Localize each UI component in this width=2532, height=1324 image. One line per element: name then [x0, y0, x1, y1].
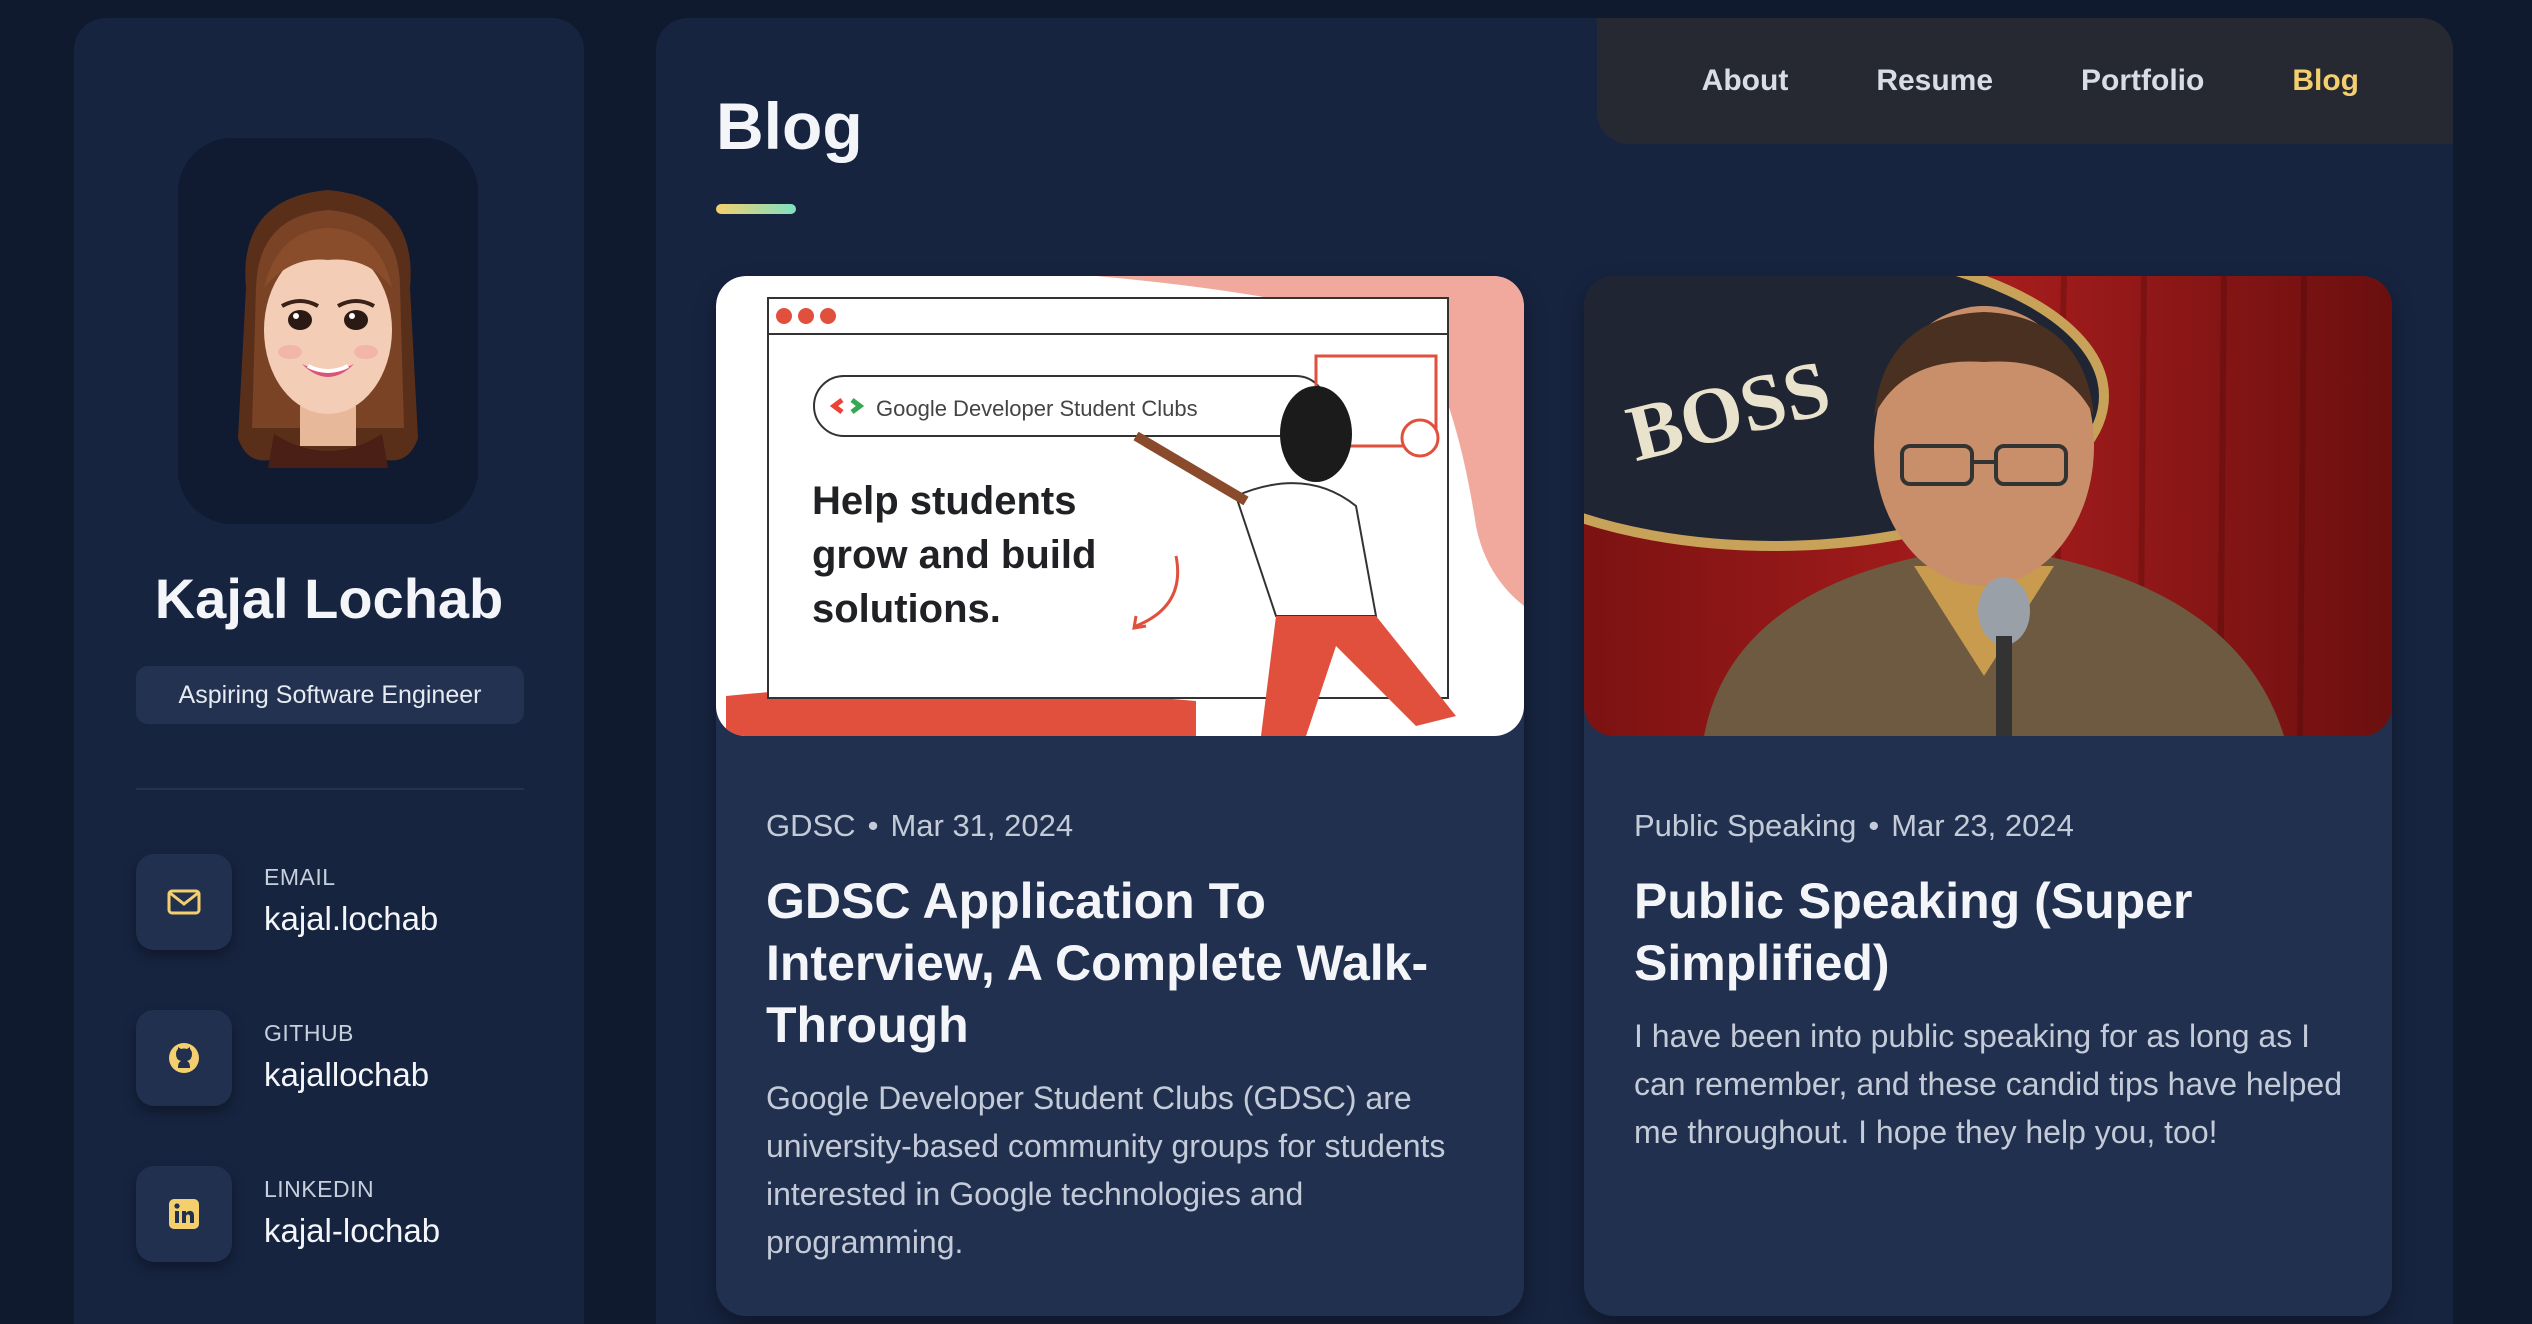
illustration-headline-line-1: Help students — [812, 479, 1076, 523]
post-category: GDSC — [766, 808, 856, 843]
meta-separator-dot: • — [867, 808, 879, 843]
meta-separator-dot: • — [1868, 808, 1880, 843]
illustration-headline-line-2: grow and build — [812, 533, 1096, 577]
post-thumbnail: BOSS — [1584, 276, 2392, 736]
avatar — [178, 138, 478, 524]
post-title[interactable]: GDSC Application To Interview, A Complet… — [766, 870, 1486, 1056]
blog-post-card[interactable]: Google Developer Student Clubs Help stud… — [716, 276, 1524, 1316]
profile-sidebar: Kajal Lochab Aspiring Software Engineer … — [74, 18, 584, 1324]
gdsc-illustration-image: Google Developer Student Clubs Help stud… — [716, 276, 1524, 736]
contact-email-label: EMAIL — [264, 864, 336, 890]
post-thumbnail: Google Developer Student Clubs Help stud… — [716, 276, 1524, 736]
github-icon — [136, 1010, 232, 1106]
post-date: Mar 31, 2024 — [890, 808, 1074, 843]
memoji-avatar-icon — [238, 190, 418, 468]
contact-email: EMAIL kajal.lochab — [136, 854, 536, 950]
post-meta: Public Speaking • Mar 23, 2024 — [1634, 808, 2074, 844]
profile-name: Kajal Lochab — [154, 567, 504, 630]
title-underline — [716, 204, 796, 214]
post-meta: GDSC • Mar 31, 2024 — [766, 808, 1073, 844]
contact-linkedin: LINKEDIN kajal-lochab — [136, 1166, 536, 1262]
contact-linkedin-label: LINKEDIN — [264, 1176, 375, 1202]
post-date: Mar 23, 2024 — [1891, 808, 2074, 843]
sidebar-separator — [136, 788, 524, 790]
illustration-banner-text: Google Developer Student Clubs — [876, 396, 1198, 421]
contact-github-label: GITHUB — [264, 1020, 354, 1046]
public-speaking-photo-image: BOSS — [1584, 276, 2392, 736]
post-excerpt: I have been into public speaking for as … — [1634, 1018, 2343, 1150]
contact-github-link[interactable]: kajallochab — [264, 1056, 429, 1094]
nav-blog[interactable]: Blog — [2292, 64, 2359, 98]
page-title: Blog — [716, 89, 863, 163]
nav-about[interactable]: About — [1702, 64, 1789, 98]
blog-post-card[interactable]: BOSS Public Speaking • Mar 23, 2024 Public… — [1584, 276, 2392, 1316]
contact-github: GITHUB kajallochab — [136, 1010, 536, 1106]
profile-title-badge: Aspiring Software Engineer — [136, 666, 524, 724]
mail-icon — [136, 854, 232, 950]
post-category: Public Speaking — [1634, 808, 1857, 843]
contact-linkedin-link[interactable]: kajal-lochab — [264, 1212, 440, 1250]
top-navbar: About Resume Portfolio Blog — [1597, 18, 2453, 144]
nav-resume[interactable]: Resume — [1876, 64, 1993, 98]
post-excerpt: Google Developer Student Clubs (GDSC) ar… — [766, 1080, 1446, 1260]
linkedin-icon — [136, 1166, 232, 1262]
contact-email-link[interactable]: kajal.lochab — [264, 900, 438, 938]
post-title[interactable]: Public Speaking (Super Simplified) — [1634, 870, 2354, 994]
nav-portfolio[interactable]: Portfolio — [2081, 64, 2204, 98]
main-panel: About Resume Portfolio Blog Blog Google … — [656, 18, 2453, 1324]
illustration-headline-line-3: solutions. — [812, 587, 1001, 631]
